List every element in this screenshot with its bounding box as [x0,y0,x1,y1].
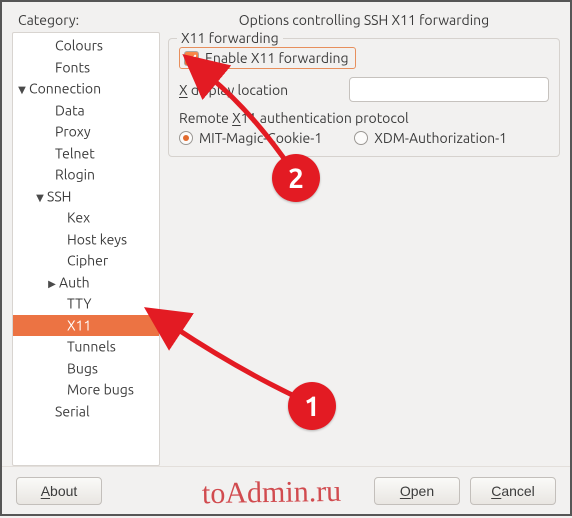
radio-label: MIT-Magic-Cookie-1 [199,130,322,146]
tree-item-label: Proxy [55,124,91,140]
tree-item-label: Bugs [67,360,98,376]
tree-item-bugs[interactable]: Bugs [13,358,159,380]
category-label: Category: [12,10,160,32]
cancel-button[interactable]: Cancel [470,477,556,505]
fieldset-title: X11 forwarding [177,30,283,46]
tree-item-label: More bugs [67,382,134,398]
x11-forwarding-fieldset: X11 forwarding Enable X11 forwarding X d… [168,38,560,157]
putty-config-window: Category: ColoursFonts▼ConnectionDataPro… [0,0,572,516]
tree-item-label: SSH [47,188,71,204]
checkbox-checked-icon [184,51,199,66]
remote-auth-protocol-radios: MIT-Magic-Cookie-1 XDM-Authorization-1 [179,130,549,146]
tree-item-label: Cipher [67,253,108,269]
tree-item-proxy[interactable]: Proxy [13,121,159,143]
chevron-down-icon: ▼ [33,187,47,209]
category-tree[interactable]: ColoursFonts▼ConnectionDataProxyTelnetRl… [12,32,160,466]
tree-item-kex[interactable]: Kex [13,207,159,229]
chevron-right-icon: ▶ [45,273,59,295]
tree-item-label: Serial [55,403,90,419]
tree-item-rlogin[interactable]: Rlogin [13,164,159,186]
x-display-row: X display location [179,77,549,102]
tree-item-label: TTY [67,296,91,312]
tree-item-data[interactable]: Data [13,100,159,122]
x-display-label: X display location [179,82,349,98]
chevron-down-icon: ▼ [15,79,29,101]
open-button[interactable]: Open [374,477,460,505]
tree-item-label: Fonts [55,59,90,75]
content-area: Category: ColoursFonts▼ConnectionDataPro… [2,2,570,466]
tree-item-label: Telnet [55,145,95,161]
tree-item-label: Colours [55,38,103,54]
tree-item-label: Connection [29,81,101,97]
tree-item-label: X11 [67,317,91,333]
tree-item-telnet[interactable]: Telnet [13,143,159,165]
about-button[interactable]: About [16,477,102,505]
tree-item-label: Data [55,102,85,118]
tree-item-tunnels[interactable]: Tunnels [13,336,159,358]
tree-item-label: Rlogin [55,167,95,183]
radio-mit-magic-cookie-1[interactable]: MIT-Magic-Cookie-1 [179,130,322,146]
radio-checked-icon [179,131,193,145]
tree-item-connection[interactable]: ▼Connection [13,78,159,100]
tree-item-label: Tunnels [67,339,116,355]
tree-item-host-keys[interactable]: Host keys [13,229,159,251]
radio-label: XDM-Authorization-1 [374,130,507,146]
tree-item-label: Host keys [67,231,127,247]
button-bar: About Open Cancel [2,466,570,514]
x-display-input[interactable] [349,77,549,102]
remote-auth-protocol-label: Remote X11 authentication protocol [179,110,549,126]
tree-item-fonts[interactable]: Fonts [13,57,159,79]
tree-item-colours[interactable]: Colours [13,35,159,57]
radio-xdm-authorization-1[interactable]: XDM-Authorization-1 [354,130,507,146]
settings-panel: Options controlling SSH X11 forwarding X… [160,10,560,466]
radio-unchecked-icon [354,131,368,145]
tree-item-label: Kex [67,210,90,226]
tree-item-serial[interactable]: Serial [13,401,159,423]
tree-item-tty[interactable]: TTY [13,293,159,315]
tree-item-more-bugs[interactable]: More bugs [13,379,159,401]
category-column: Category: ColoursFonts▼ConnectionDataPro… [12,10,160,466]
tree-item-ssh[interactable]: ▼SSH [13,186,159,208]
enable-x11-checkbox[interactable]: Enable X11 forwarding [179,47,356,69]
tree-item-cipher[interactable]: Cipher [13,250,159,272]
tree-item-x11[interactable]: X11 [13,315,159,337]
enable-x11-label: Enable X11 forwarding [205,50,349,66]
tree-item-label: Auth [59,274,90,290]
tree-item-auth[interactable]: ▶Auth [13,272,159,294]
